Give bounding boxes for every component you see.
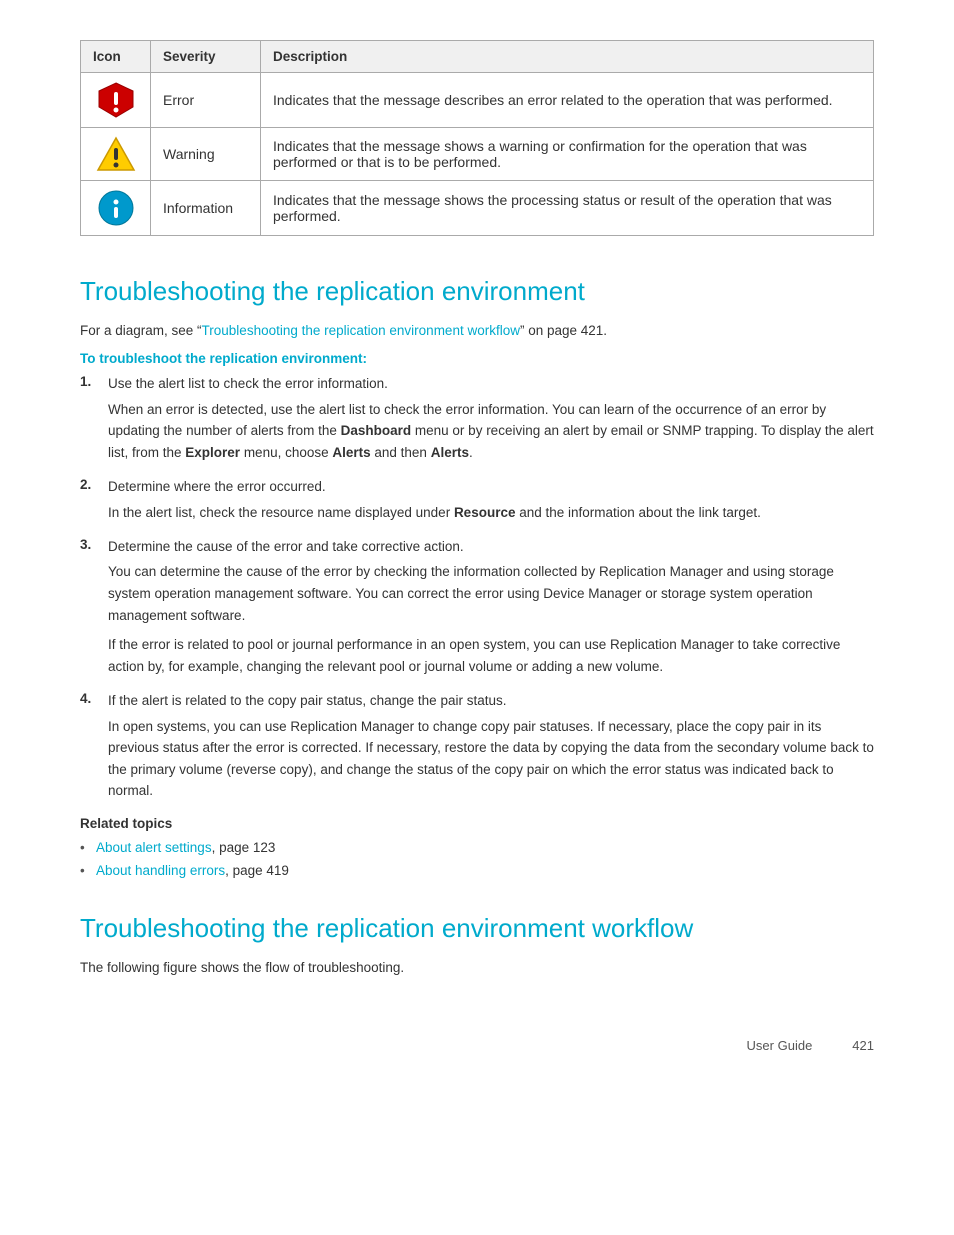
step-2-detail: In the alert list, check the resource na… [108,502,874,524]
step-label: To troubleshoot the replication environm… [80,351,874,366]
steps-list: 1. Use the alert list to check the error… [80,374,874,802]
related-topics-heading: Related topics [80,816,874,831]
related-link-alert-settings[interactable]: About alert settings [96,840,212,855]
icon-cell-error [81,73,151,128]
related-topic-item: About handling errors, page 419 [80,860,874,883]
workflow-link[interactable]: Troubleshooting the replication environm… [202,323,520,338]
col-header-severity: Severity [151,41,261,73]
list-item: 3. Determine the cause of the error and … [80,537,874,677]
col-header-icon: Icon [81,41,151,73]
section1-title: Troubleshooting the replication environm… [80,276,874,307]
description-info: Indicates that the message shows the pro… [261,181,874,236]
page-footer: User Guide 421 [80,1038,874,1053]
step-1-detail: When an error is detected, use the alert… [108,399,874,464]
section2-intro: The following figure shows the flow of t… [80,958,874,978]
description-error: Indicates that the message describes an … [261,73,874,128]
section2-title: Troubleshooting the replication environm… [80,913,874,944]
step-number-3: 3. [80,537,98,557]
step-3-detail: You can determine the cause of the error… [108,561,874,677]
severity-warning: Warning [151,128,261,181]
severity-info: Information [151,181,261,236]
related-topics-list: About alert settings, page 123 About han… [80,837,874,883]
severity-error: Error [151,73,261,128]
info-icon [97,189,135,227]
step-3-main: Determine the cause of the error and tak… [108,537,464,557]
step-4-main: If the alert is related to the copy pair… [108,691,506,711]
table-row: Error Indicates that the message describ… [81,73,874,128]
related-link-handling-errors[interactable]: About handling errors [96,863,225,878]
step-4-detail: In open systems, you can use Replication… [108,716,874,802]
icon-severity-table: Icon Severity Description Error Indicate… [80,40,874,236]
section1-intro: For a diagram, see “Troubleshooting the … [80,321,874,341]
step-number-1: 1. [80,374,98,394]
list-item: 1. Use the alert list to check the error… [80,374,874,463]
icon-cell-warning [81,128,151,181]
icon-cell-info [81,181,151,236]
list-item: 2. Determine where the error occurred. I… [80,477,874,523]
footer-page: 421 [852,1038,874,1053]
warning-icon [96,136,136,172]
step-number-4: 4. [80,691,98,711]
footer-label: User Guide [747,1038,813,1053]
related-topic-item: About alert settings, page 123 [80,837,874,860]
step-number-2: 2. [80,477,98,497]
table-row: Warning Indicates that the message shows… [81,128,874,181]
list-item: 4. If the alert is related to the copy p… [80,691,874,802]
description-warning: Indicates that the message shows a warni… [261,128,874,181]
step-1-main: Use the alert list to check the error in… [108,374,388,394]
col-header-description: Description [261,41,874,73]
error-icon [97,81,135,119]
table-row: Information Indicates that the message s… [81,181,874,236]
step-2-main: Determine where the error occurred. [108,477,326,497]
